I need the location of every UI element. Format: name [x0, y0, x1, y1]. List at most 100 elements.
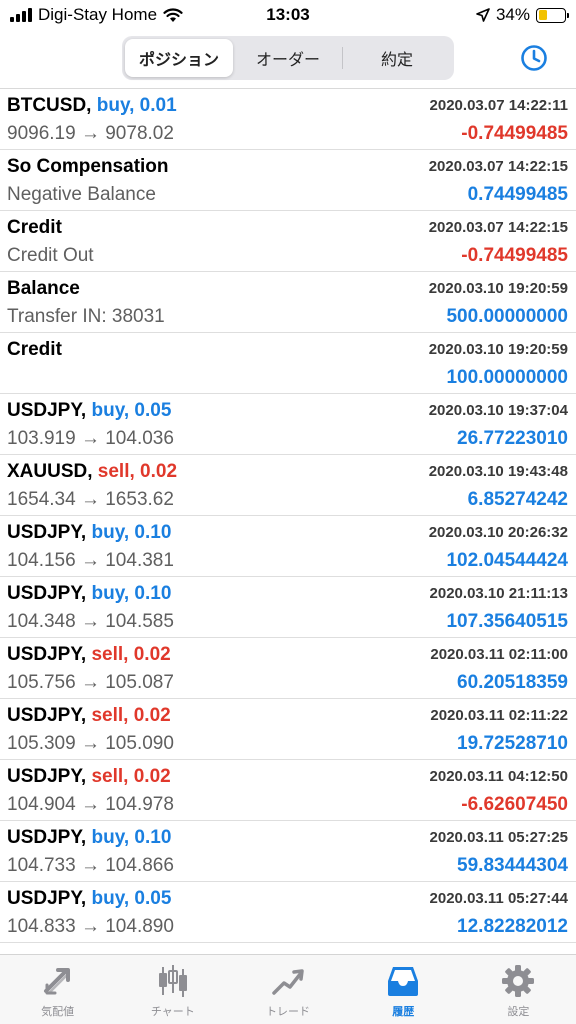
symbol-name: USDJPY, [7, 522, 87, 543]
tab-settings[interactable]: 設定 [461, 955, 576, 1024]
history-icon [388, 967, 419, 996]
row-symbol: USDJPY, sell, 0.02 [7, 766, 171, 788]
row-detail: 1654.34 → 1653.62 [7, 489, 174, 510]
row-symbol: USDJPY, buy, 0.10 [7, 583, 171, 605]
row-symbol: Balance [7, 278, 80, 300]
history-row[interactable]: USDJPY, sell, 0.02 2020.03.11 02:11:00 105… [0, 638, 576, 699]
history-row[interactable]: BTCUSD, buy, 0.01 2020.03.07 14:22:11 9096… [0, 89, 576, 150]
row-detail: 9096.19 → 9078.02 [7, 123, 174, 144]
clock-icon[interactable] [520, 44, 548, 72]
row-symbol: Credit [7, 339, 62, 361]
row-profit: 0.74499485 [467, 184, 568, 205]
history-list[interactable]: BTCUSD, buy, 0.01 2020.03.07 14:22:11 9096… [0, 89, 576, 954]
location-arrow-icon [476, 8, 490, 22]
row-detail: Credit Out [7, 245, 94, 266]
history-row[interactable]: Balance 2020.03.10 19:20:59 Transfer IN: 3… [0, 272, 576, 333]
row-detail: 104.348 → 104.585 [7, 611, 174, 632]
row-symbol: USDJPY, buy, 0.05 [7, 400, 171, 422]
row-symbol: USDJPY, buy, 0.10 [7, 522, 171, 544]
trade-direction-volume: sell, 0.02 [97, 461, 178, 482]
tab-trade-label: トレード [266, 1006, 310, 1018]
symbol-name: USDJPY, [7, 400, 87, 421]
trade-direction-volume: buy, 0.10 [91, 583, 172, 604]
trade-direction-volume: buy, 0.05 [91, 888, 172, 909]
trade-direction-volume: sell, 0.02 [91, 766, 171, 787]
row-datetime: 2020.03.07 14:22:11 [429, 97, 568, 114]
tab-history-label: 履歴 [392, 1006, 415, 1018]
row-profit: 12.82282012 [457, 916, 568, 937]
segmented-control: ポジション オーダー 約定 [122, 36, 454, 80]
trade-icon [272, 969, 304, 995]
row-datetime: 2020.03.11 02:11:00 [430, 646, 568, 663]
tab-orders[interactable]: オーダー [234, 39, 342, 77]
history-row[interactable]: USDJPY, buy, 0.10 2020.03.10 20:26:32 104.… [0, 516, 576, 577]
row-detail: 105.756 → 105.087 [7, 672, 174, 693]
trade-direction-volume: sell, 0.02 [91, 644, 171, 665]
row-detail: 104.833 → 104.890 [7, 916, 174, 937]
trade-direction-volume: buy, 0.10 [91, 522, 172, 543]
row-profit: 102.04544424 [446, 550, 568, 571]
history-row[interactable]: Credit 2020.03.07 14:22:15 Credit Out -0.74… [0, 211, 576, 272]
status-bar: Digi-Stay Home 13:03 34% [0, 0, 576, 30]
tab-quotes-label: 気配値 [41, 1006, 75, 1018]
row-detail: 105.309 → 105.090 [7, 733, 174, 754]
row-profit: 26.77223010 [457, 428, 568, 449]
history-row[interactable]: USDJPY, sell, 0.02 2020.03.11 02:11:22 105… [0, 699, 576, 760]
row-symbol: USDJPY, sell, 0.02 [7, 705, 171, 727]
trade-direction-volume: buy, 0.10 [91, 827, 172, 848]
history-row[interactable]: USDJPY, buy, 0.10 2020.03.10 21:11:13 104.… [0, 577, 576, 638]
row-profit: 6.85274242 [467, 489, 568, 510]
symbol-name: USDJPY, [7, 766, 87, 787]
battery-level [538, 10, 547, 20]
trade-direction-volume: sell, 0.02 [91, 705, 171, 726]
history-row[interactable]: USDJPY, buy, 0.10 2020.03.11 05:27:25 104.… [0, 821, 576, 882]
header: ポジション オーダー 約定 [0, 30, 576, 88]
row-profit: 107.35640515 [446, 611, 568, 632]
symbol-name: XAUUSD, [7, 461, 93, 482]
tab-positions[interactable]: ポジション [125, 39, 233, 77]
history-row[interactable]: USDJPY, buy, 0.05 2020.03.10 19:37:04 103.… [0, 394, 576, 455]
row-datetime: 2020.03.11 02:11:22 [430, 707, 568, 724]
row-datetime: 2020.03.10 19:37:04 [428, 402, 568, 419]
symbol-name: USDJPY, [7, 827, 87, 848]
row-symbol: USDJPY, sell, 0.02 [7, 644, 171, 666]
tab-deals[interactable]: 約定 [343, 39, 451, 77]
history-row[interactable]: USDJPY, sell, 0.02 2020.03.11 04:12:50 104… [0, 760, 576, 821]
row-profit: -0.74499485 [461, 123, 568, 144]
tab-chart[interactable]: チャート [115, 955, 230, 1024]
trade-direction-volume: buy, 0.05 [91, 400, 172, 421]
row-detail: Negative Balance [7, 184, 156, 205]
row-symbol: BTCUSD, buy, 0.01 [7, 95, 177, 117]
tab-bar: 気配値 チャート トレード 履歴 設定 [0, 954, 576, 1024]
tab-trade[interactable]: トレード [230, 955, 345, 1024]
row-datetime: 2020.03.07 14:22:15 [428, 219, 568, 236]
row-detail: 103.919 → 104.036 [7, 428, 174, 449]
row-datetime: 2020.03.07 14:22:15 [428, 158, 568, 175]
battery-percent: 34% [495, 5, 530, 24]
tab-history[interactable]: 履歴 [346, 955, 461, 1024]
row-symbol: USDJPY, buy, 0.10 [7, 827, 171, 849]
history-row[interactable]: Credit 2020.03.10 19:20:59 100.00000000 [0, 333, 576, 394]
tab-quotes[interactable]: 気配値 [0, 955, 115, 1024]
row-profit: -0.74499485 [461, 245, 568, 266]
battery-icon [536, 7, 569, 23]
row-datetime: 2020.03.10 19:43:48 [428, 463, 568, 480]
symbol-name: BTCUSD, [7, 95, 92, 116]
symbol-name: Credit [7, 217, 62, 238]
row-datetime: 2020.03.10 20:26:32 [428, 524, 568, 541]
symbol-name: Credit [7, 339, 62, 360]
row-profit: 19.72528710 [457, 733, 568, 754]
history-row[interactable]: XAUUSD, sell, 0.02 2020.03.10 19:43:48 165… [0, 455, 576, 516]
row-detail: Transfer IN: 38031 [7, 306, 165, 327]
symbol-name: USDJPY, [7, 644, 87, 665]
row-profit: 59.83444304 [457, 855, 568, 876]
gear-icon [502, 965, 535, 997]
symbol-name: USDJPY, [7, 705, 87, 726]
trade-direction-volume: buy, 0.01 [96, 95, 177, 116]
symbol-name: USDJPY, [7, 888, 87, 909]
row-detail: 104.733 → 104.866 [7, 855, 174, 876]
row-symbol: Credit [7, 217, 62, 239]
chart-icon [158, 965, 187, 997]
history-row[interactable]: USDJPY, buy, 0.05 2020.03.11 05:27:44 104.… [0, 882, 576, 943]
history-row[interactable]: So Compensation 2020.03.07 14:22:15 Negati… [0, 150, 576, 211]
